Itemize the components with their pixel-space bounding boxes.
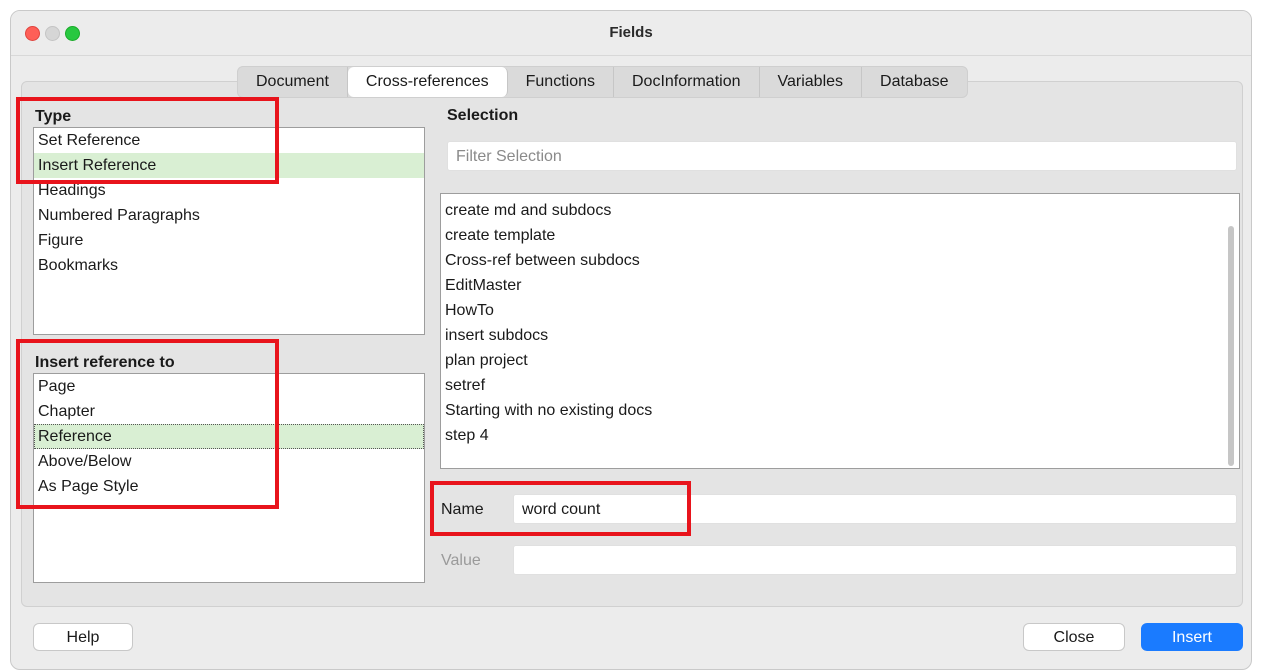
selection-scrollbar[interactable] — [1225, 198, 1237, 466]
insert-ref-item-reference[interactable]: Reference — [34, 424, 424, 449]
fields-dialog: Fields Document Cross-references Functio… — [10, 10, 1252, 670]
value-label: Value — [441, 552, 481, 569]
tab-bar: Document Cross-references Functions DocI… — [237, 66, 968, 98]
insert-ref-item-chapter[interactable]: Chapter — [34, 399, 424, 424]
window-title: Fields — [609, 24, 653, 41]
title-bar: Fields — [11, 11, 1251, 56]
name-label: Name — [441, 501, 484, 518]
insert-ref-item-above-below[interactable]: Above/Below — [34, 449, 424, 474]
selection-scrollbar-thumb[interactable] — [1228, 226, 1234, 466]
tab-document[interactable]: Document — [238, 67, 348, 97]
selection-item[interactable]: create template — [441, 223, 1239, 248]
type-item-bookmarks[interactable]: Bookmarks — [34, 253, 424, 278]
insert-button[interactable]: Insert — [1141, 623, 1243, 651]
tab-functions[interactable]: Functions — [508, 67, 614, 97]
insert-reference-to-label: Insert reference to — [35, 354, 175, 371]
filter-selection-placeholder: Filter Selection — [456, 148, 562, 165]
selection-item[interactable]: EditMaster — [441, 273, 1239, 298]
filter-selection-input[interactable]: Filter Selection — [447, 141, 1237, 171]
insert-ref-item-page[interactable]: Page — [34, 374, 424, 399]
selection-item[interactable]: insert subdocs — [441, 323, 1239, 348]
tab-database[interactable]: Database — [862, 67, 967, 97]
type-item-set-reference[interactable]: Set Reference — [34, 128, 424, 153]
selection-item[interactable]: plan project — [441, 348, 1239, 373]
tab-cross-references[interactable]: Cross-references — [347, 67, 508, 97]
tab-variables[interactable]: Variables — [760, 67, 863, 97]
type-item-insert-reference[interactable]: Insert Reference — [34, 153, 424, 178]
type-item-headings[interactable]: Headings — [34, 178, 424, 203]
tab-docinformation[interactable]: DocInformation — [614, 67, 760, 97]
selection-item[interactable]: Starting with no existing docs — [441, 398, 1239, 423]
type-item-numbered-paragraphs[interactable]: Numbered Paragraphs — [34, 203, 424, 228]
selection-label: Selection — [447, 107, 519, 124]
close-button[interactable]: Close — [1023, 623, 1125, 651]
value-input[interactable] — [513, 545, 1237, 575]
selection-listbox[interactable]: create md and subdocs create template Cr… — [440, 193, 1240, 469]
insert-reference-listbox[interactable]: Page Chapter Reference Above/Below As Pa… — [33, 373, 425, 583]
selection-item[interactable]: HowTo — [441, 298, 1239, 323]
help-button[interactable]: Help — [33, 623, 133, 651]
type-listbox[interactable]: Set Reference Insert Reference Headings … — [33, 127, 425, 335]
selection-item[interactable]: Cross-ref between subdocs — [441, 248, 1239, 273]
insert-ref-item-as-page-style[interactable]: As Page Style — [34, 474, 424, 499]
selection-item[interactable]: create md and subdocs — [441, 198, 1239, 223]
type-item-figure[interactable]: Figure — [34, 228, 424, 253]
selection-item[interactable]: step 4 — [441, 423, 1239, 448]
name-input[interactable]: word count — [513, 494, 1237, 524]
type-label: Type — [35, 108, 72, 125]
selection-item[interactable]: setref — [441, 373, 1239, 398]
